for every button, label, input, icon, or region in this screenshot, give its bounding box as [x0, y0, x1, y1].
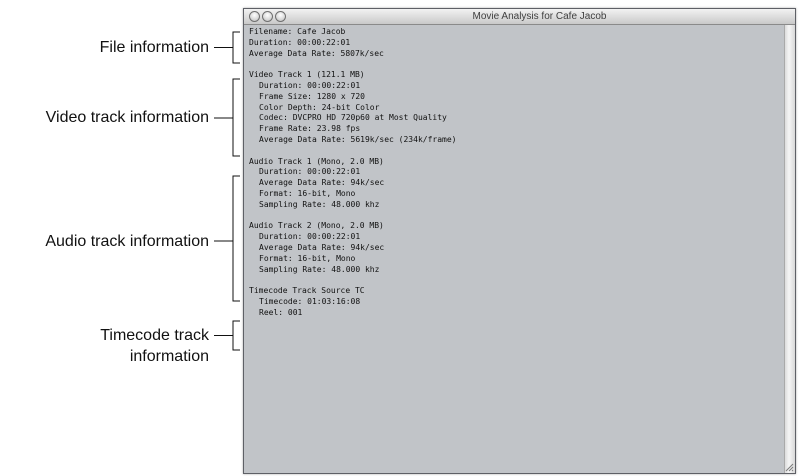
vertical-scrollbar[interactable]	[784, 25, 795, 473]
audio-track-2-section: Audio Track 2 (Mono, 2.0 MB) Duration: 0…	[249, 221, 783, 275]
callout-timecode-label-line1: Timecode track	[100, 327, 209, 344]
audio-2-format: Format: 16-bit, Mono	[259, 253, 356, 263]
callout-file-information: File information	[100, 37, 209, 58]
movie-analysis-window: Movie Analysis for Cafe Jacob Filename: …	[243, 8, 796, 474]
resize-grip-icon[interactable]	[784, 462, 794, 472]
callout-timecode-track-information: Timecode track information	[100, 325, 209, 367]
audio-track-2-header: Audio Track 2 (Mono, 2.0 MB)	[249, 221, 384, 231]
window-titlebar[interactable]: Movie Analysis for Cafe Jacob	[244, 9, 795, 25]
callout-audio-track-information: Audio track information	[45, 231, 209, 252]
file-filename: Filename: Cafe Jacob	[249, 27, 346, 36]
timecode-value: Timecode: 01:03:16:08	[259, 296, 361, 306]
callout-file-label: File information	[99, 39, 209, 56]
timecode-track-section: Timecode Track Source TC Timecode: 01:03…	[249, 286, 783, 318]
audio-1-sampling-rate: Sampling Rate: 48.000 khz	[259, 199, 380, 209]
video-track-header: Video Track 1 (121.1 MB)	[249, 70, 365, 80]
callout-timecode-label-line2: information	[129, 348, 209, 365]
callout-video-label: Video track information	[45, 109, 209, 126]
file-average-data-rate: Average Data Rate: 5807k/sec	[249, 48, 384, 58]
bracket-video	[214, 78, 240, 157]
callout-video-track-information: Video track information	[46, 107, 209, 128]
bracket-timecode	[214, 320, 240, 351]
file-info-section: Filename: Cafe Jacob Duration: 00:00:22:…	[249, 27, 783, 59]
analysis-text-area[interactable]: Filename: Cafe Jacob Duration: 00:00:22:…	[244, 25, 783, 473]
audio-2-sampling-rate: Sampling Rate: 48.000 khz	[259, 264, 380, 274]
video-color-depth: Color Depth: 24-bit Color	[259, 102, 380, 112]
bracket-audio	[214, 175, 240, 302]
video-frame-size: Frame Size: 1280 x 720	[259, 91, 365, 101]
bracket-file	[214, 31, 240, 64]
timecode-reel: Reel: 001	[259, 307, 303, 317]
audio-1-format: Format: 16-bit, Mono	[259, 188, 356, 198]
figure-stage: File information Video track information…	[0, 0, 799, 476]
audio-track-1-header: Audio Track 1 (Mono, 2.0 MB)	[249, 156, 384, 166]
video-duration: Duration: 00:00:22:01	[259, 80, 361, 90]
video-codec: Codec: DVCPRO HD 720p60 at Most Quality	[259, 113, 447, 123]
callout-audio-label: Audio track information	[45, 233, 209, 250]
audio-track-1-section: Audio Track 1 (Mono, 2.0 MB) Duration: 0…	[249, 157, 783, 211]
audio-2-average-data-rate: Average Data Rate: 94k/sec	[259, 242, 385, 252]
video-frame-rate: Frame Rate: 23.98 fps	[259, 124, 361, 134]
video-track-section: Video Track 1 (121.1 MB) Duration: 00:00…	[249, 70, 783, 146]
file-duration: Duration: 00:00:22:01	[249, 37, 351, 47]
video-average-data-rate: Average Data Rate: 5619k/sec (234k/frame…	[259, 134, 457, 144]
audio-1-duration: Duration: 00:00:22:01	[259, 167, 361, 177]
window-title: Movie Analysis for Cafe Jacob	[472, 11, 607, 22]
audio-2-duration: Duration: 00:00:22:01	[259, 232, 361, 242]
timecode-track-header: Timecode Track Source TC	[249, 286, 365, 296]
audio-1-average-data-rate: Average Data Rate: 94k/sec	[259, 178, 385, 188]
